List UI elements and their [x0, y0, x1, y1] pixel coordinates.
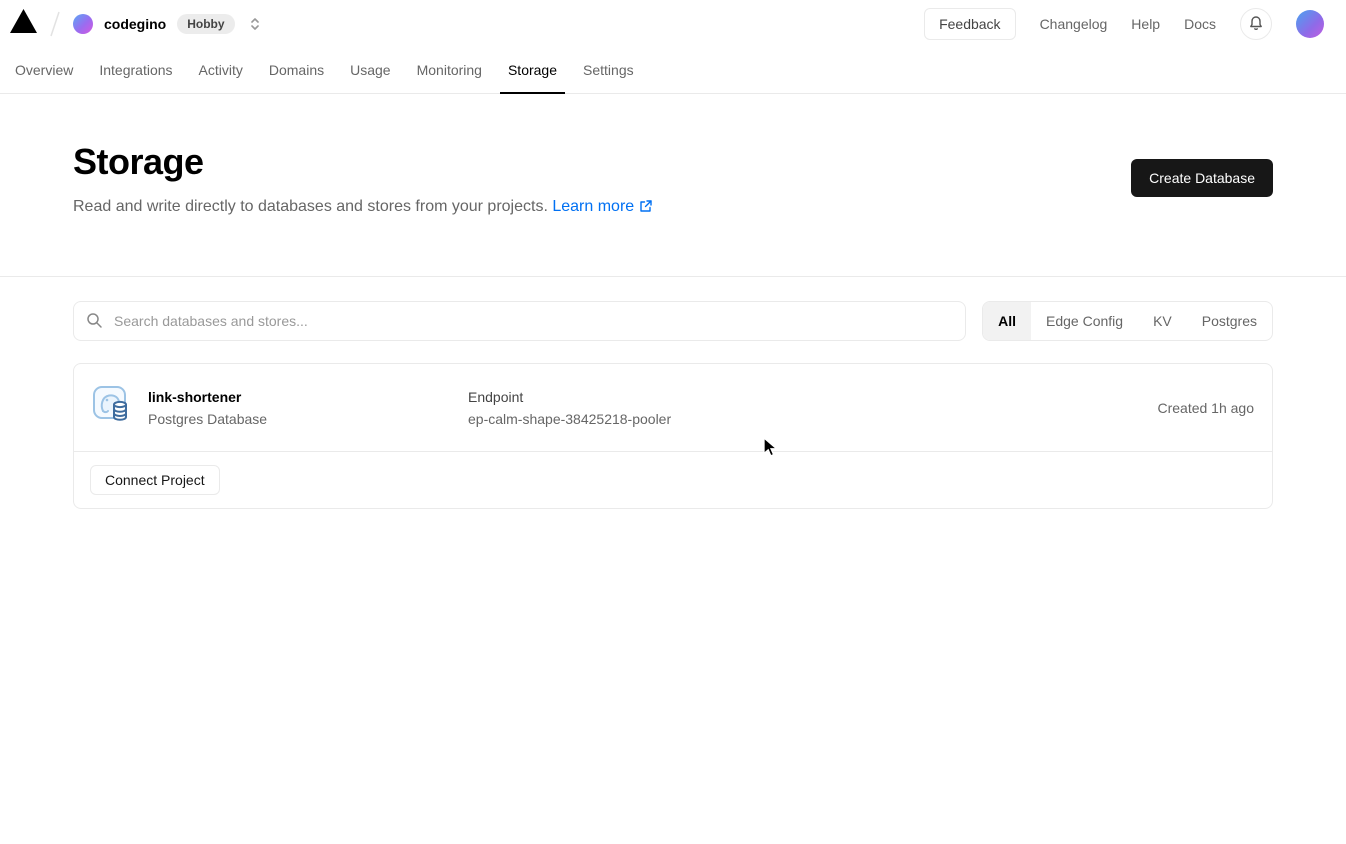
user-avatar[interactable] [1296, 10, 1324, 38]
filter-postgres[interactable]: Postgres [1187, 302, 1272, 340]
tab-storage[interactable]: Storage [500, 47, 565, 94]
search-box [73, 301, 966, 341]
changelog-link[interactable]: Changelog [1040, 16, 1108, 32]
project-name[interactable]: codegino [104, 16, 166, 32]
tab-integrations[interactable]: Integrations [91, 47, 180, 94]
database-name[interactable]: link-shortener [148, 389, 448, 405]
search-icon [86, 312, 103, 334]
postgres-database-icon [92, 385, 132, 430]
page-description: Read and write directly to databases and… [73, 198, 1273, 218]
connect-project-button[interactable]: Connect Project [90, 465, 220, 495]
type-filter-group: All Edge Config KV Postgres [982, 301, 1273, 341]
top-header: codegino Hobby Feedback Changelog Help D… [0, 0, 1346, 47]
database-type: Postgres Database [148, 411, 448, 427]
tab-activity[interactable]: Activity [191, 47, 251, 94]
vercel-logo-icon[interactable] [10, 9, 37, 38]
endpoint-value: ep-calm-shape-38425218-pooler [468, 411, 1157, 427]
breadcrumb-slash-icon [48, 9, 62, 39]
database-row[interactable]: link-shortener Postgres Database Endpoin… [74, 364, 1272, 451]
tab-usage[interactable]: Usage [342, 47, 398, 94]
feedback-button[interactable]: Feedback [924, 8, 1015, 40]
search-input[interactable] [73, 301, 966, 341]
storage-content: All Edge Config KV Postgres [73, 301, 1273, 509]
page-title: Storage [73, 141, 1273, 183]
database-titles: link-shortener Postgres Database [148, 389, 448, 427]
project-avatar[interactable] [73, 14, 93, 34]
database-created: Created 1h ago [1157, 400, 1254, 416]
filter-kv[interactable]: KV [1138, 302, 1187, 340]
project-switcher-icon[interactable] [248, 16, 262, 32]
database-card: link-shortener Postgres Database Endpoin… [73, 363, 1273, 509]
header-left: codegino Hobby [10, 9, 262, 39]
hero-section: Storage Read and write directly to datab… [0, 94, 1346, 277]
filter-edge-config[interactable]: Edge Config [1031, 302, 1138, 340]
storage-page: codegino Hobby Feedback Changelog Help D… [0, 0, 1346, 844]
notifications-button[interactable] [1240, 8, 1272, 40]
tab-monitoring[interactable]: Monitoring [409, 47, 490, 94]
tab-settings[interactable]: Settings [575, 47, 642, 94]
project-tab-nav: Overview Integrations Activity Domains U… [0, 47, 1346, 94]
create-database-button[interactable]: Create Database [1131, 159, 1273, 197]
endpoint-label: Endpoint [468, 389, 1157, 405]
tab-overview[interactable]: Overview [7, 47, 81, 94]
search-toolbar: All Edge Config KV Postgres [73, 301, 1273, 341]
database-card-footer: Connect Project [74, 451, 1272, 508]
external-link-icon [639, 199, 653, 218]
docs-link[interactable]: Docs [1184, 16, 1216, 32]
bell-icon [1248, 15, 1264, 32]
tab-domains[interactable]: Domains [261, 47, 332, 94]
help-link[interactable]: Help [1131, 16, 1160, 32]
header-right: Feedback Changelog Help Docs [924, 8, 1324, 40]
database-endpoint: Endpoint ep-calm-shape-38425218-pooler [468, 389, 1157, 427]
learn-more-link[interactable]: Learn more [552, 198, 653, 215]
filter-all[interactable]: All [983, 302, 1031, 340]
plan-badge: Hobby [177, 14, 234, 34]
